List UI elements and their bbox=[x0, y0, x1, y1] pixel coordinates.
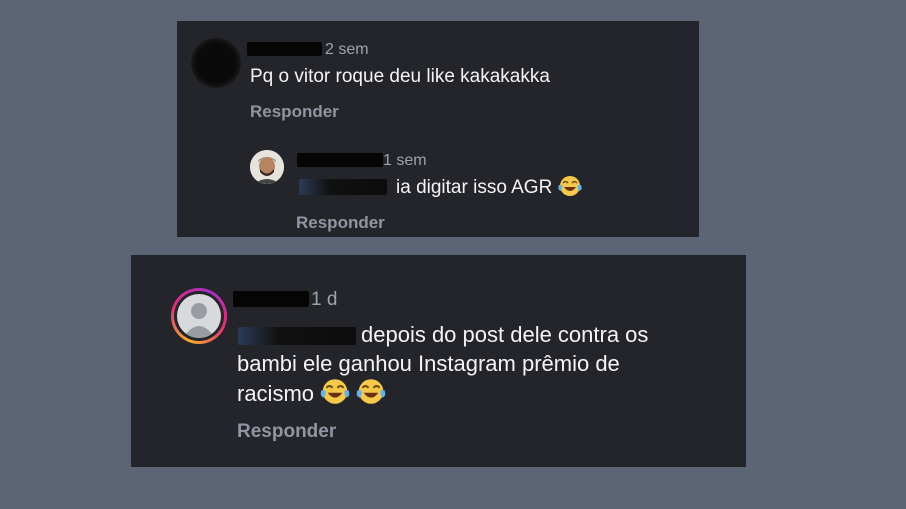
crying-laughing-emoji-icon bbox=[320, 378, 350, 412]
comment-card-1: 2 sem Pq o vitor roque deu like kakakakk… bbox=[177, 21, 699, 237]
comment-time: 2 sem bbox=[325, 41, 369, 58]
reply-button[interactable]: Responder bbox=[296, 213, 385, 233]
avatar-blurred[interactable] bbox=[191, 38, 241, 88]
username-redacted[interactable] bbox=[247, 42, 322, 56]
comment-time: 1 d bbox=[311, 289, 338, 310]
username-redacted[interactable] bbox=[233, 291, 309, 307]
avatar-story-ring[interactable] bbox=[171, 288, 227, 344]
comment-text: Pq o vitor roque deu like kakakakka bbox=[250, 66, 550, 87]
comment-text-line-last: racismo bbox=[237, 378, 737, 412]
reply-text: ia digitar isso AGR bbox=[396, 174, 582, 206]
crying-laughing-emoji-icon bbox=[356, 378, 386, 412]
comment-text-line: bambi ele ganhou Instagram prêmio de bbox=[237, 351, 620, 376]
reply-time: 1 sem bbox=[383, 152, 427, 169]
reply-button[interactable]: Responder bbox=[237, 421, 336, 443]
username-redacted[interactable] bbox=[297, 153, 383, 167]
default-avatar-icon bbox=[177, 294, 221, 338]
avatar-user-photo[interactable] bbox=[250, 150, 284, 184]
reply-text-content: ia digitar isso AGR bbox=[396, 177, 553, 198]
comment-text: depois do post dele contra os bambi ele … bbox=[237, 320, 737, 412]
reply-button[interactable]: Responder bbox=[250, 102, 339, 122]
comment-text-line: depois do post dele contra os bbox=[361, 322, 649, 347]
comment-card-2: 1 d depois do post dele contra os bambi … bbox=[131, 255, 746, 467]
crying-laughing-emoji-icon bbox=[557, 175, 582, 206]
mention-redacted[interactable] bbox=[299, 179, 387, 195]
comment-text-line: racismo bbox=[237, 381, 315, 406]
